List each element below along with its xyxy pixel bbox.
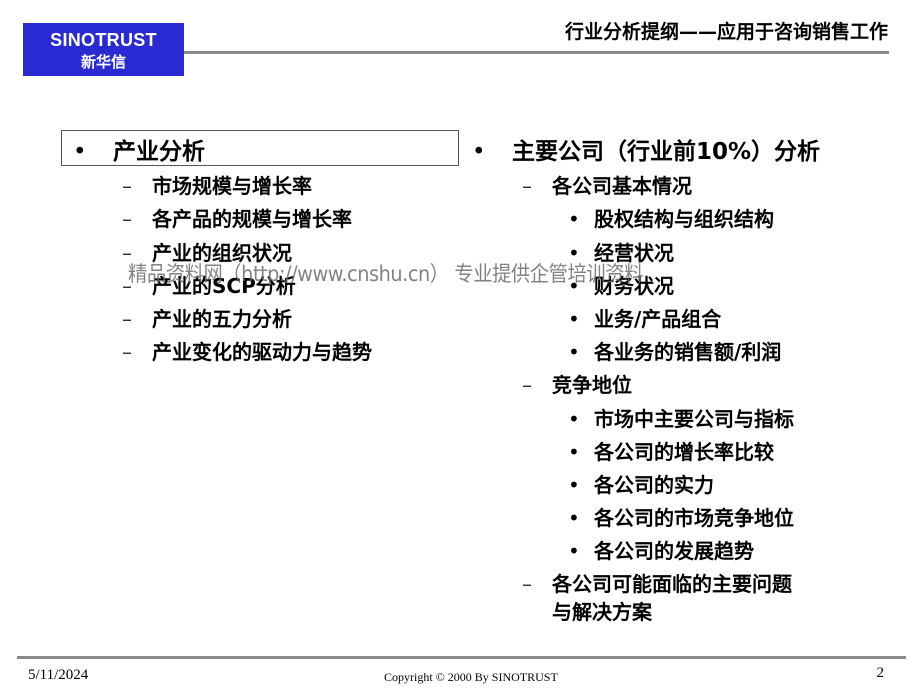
footer-divider bbox=[17, 656, 906, 659]
bullet-icon: • bbox=[73, 139, 87, 165]
topic-label: 产业分析 bbox=[113, 139, 205, 165]
logo-text-zh: 新华信 bbox=[80, 53, 126, 71]
bullet-icon: • bbox=[568, 207, 580, 231]
list-item: • 各公司的增长率比较 bbox=[568, 439, 774, 465]
list-item: – 产业变化的驱动力与趋势 bbox=[122, 339, 372, 365]
list-item-label: 业务/产品组合 bbox=[594, 307, 722, 331]
dash-icon: – bbox=[122, 340, 132, 364]
slide-title: 行业分析提纲——应用于咨询销售工作 bbox=[564, 21, 888, 43]
list-item: – 各产品的规模与增长率 bbox=[122, 206, 352, 232]
list-item-label: 产业的五力分析 bbox=[152, 307, 292, 331]
section-basic-info: – 各公司基本情况 bbox=[522, 173, 692, 199]
dash-icon: – bbox=[522, 572, 532, 596]
list-item-label: 各公司的增长率比较 bbox=[594, 440, 774, 464]
topic-label: 主要公司（行业前10%）分析 bbox=[512, 139, 821, 165]
bullet-icon: • bbox=[472, 139, 486, 165]
section-label: 各公司基本情况 bbox=[552, 174, 692, 198]
section-problems-solutions-cont: 与解决方案 bbox=[552, 599, 652, 625]
sinotrust-logo: SINOTRUST 新华信 bbox=[23, 23, 184, 76]
section-label: 各公司可能面临的主要问题 bbox=[552, 572, 792, 596]
bullet-icon: • bbox=[568, 407, 580, 431]
list-item: • 各公司的发展趋势 bbox=[568, 538, 754, 564]
list-item: • 各业务的销售额/利润 bbox=[568, 339, 782, 365]
dash-icon: – bbox=[522, 373, 532, 397]
list-item-label: 市场规模与增长率 bbox=[152, 174, 312, 198]
list-item-label: 产业变化的驱动力与趋势 bbox=[152, 340, 372, 364]
dash-icon: – bbox=[122, 307, 132, 331]
bullet-icon: • bbox=[568, 307, 580, 331]
logo-text-en: SINOTRUST bbox=[50, 30, 157, 50]
bullet-icon: • bbox=[568, 539, 580, 563]
list-item: – 产业的五力分析 bbox=[122, 306, 292, 332]
list-item: – 市场规模与增长率 bbox=[122, 173, 312, 199]
list-item-label: 股权结构与组织结构 bbox=[594, 207, 774, 231]
section-problems-solutions: – 各公司可能面临的主要问题 bbox=[522, 571, 792, 597]
list-item: • 业务/产品组合 bbox=[568, 306, 722, 332]
list-item-label: 各公司的实力 bbox=[594, 473, 714, 497]
header-divider bbox=[184, 51, 889, 54]
topic-major-companies: • 主要公司（行业前10%）分析 bbox=[472, 139, 821, 165]
list-item: • 各公司的市场竞争地位 bbox=[568, 505, 794, 531]
section-label: 与解决方案 bbox=[552, 600, 652, 624]
list-item: • 各公司的实力 bbox=[568, 472, 714, 498]
section-label: 竞争地位 bbox=[552, 373, 632, 397]
bullet-icon: • bbox=[568, 506, 580, 530]
section-competitive-position: – 竞争地位 bbox=[522, 372, 632, 398]
topic-industry-analysis: • 产业分析 bbox=[73, 139, 205, 165]
dash-icon: – bbox=[122, 174, 132, 198]
footer-copyright: Copyright © 2000 By SINOTRUST bbox=[384, 670, 558, 684]
dash-icon: – bbox=[522, 174, 532, 198]
list-item-label: 各业务的销售额/利润 bbox=[594, 340, 782, 364]
list-item: • 市场中主要公司与指标 bbox=[568, 406, 794, 432]
bullet-icon: • bbox=[568, 340, 580, 364]
footer-date: 5/11/2024 bbox=[28, 667, 89, 683]
page-number: 2 bbox=[876, 665, 885, 681]
bullet-icon: • bbox=[568, 473, 580, 497]
list-item-label: 各产品的规模与增长率 bbox=[152, 207, 352, 231]
bullet-icon: • bbox=[568, 440, 580, 464]
list-item-label: 各公司的发展趋势 bbox=[594, 539, 754, 563]
list-item-label: 各公司的市场竞争地位 bbox=[594, 506, 794, 530]
list-item-label: 市场中主要公司与指标 bbox=[594, 407, 794, 431]
dash-icon: – bbox=[122, 207, 132, 231]
list-item: • 股权结构与组织结构 bbox=[568, 206, 774, 232]
watermark-text: 精品资料网（http://www.cnshu.cn） 专业提供企管培训资料 bbox=[128, 262, 643, 286]
